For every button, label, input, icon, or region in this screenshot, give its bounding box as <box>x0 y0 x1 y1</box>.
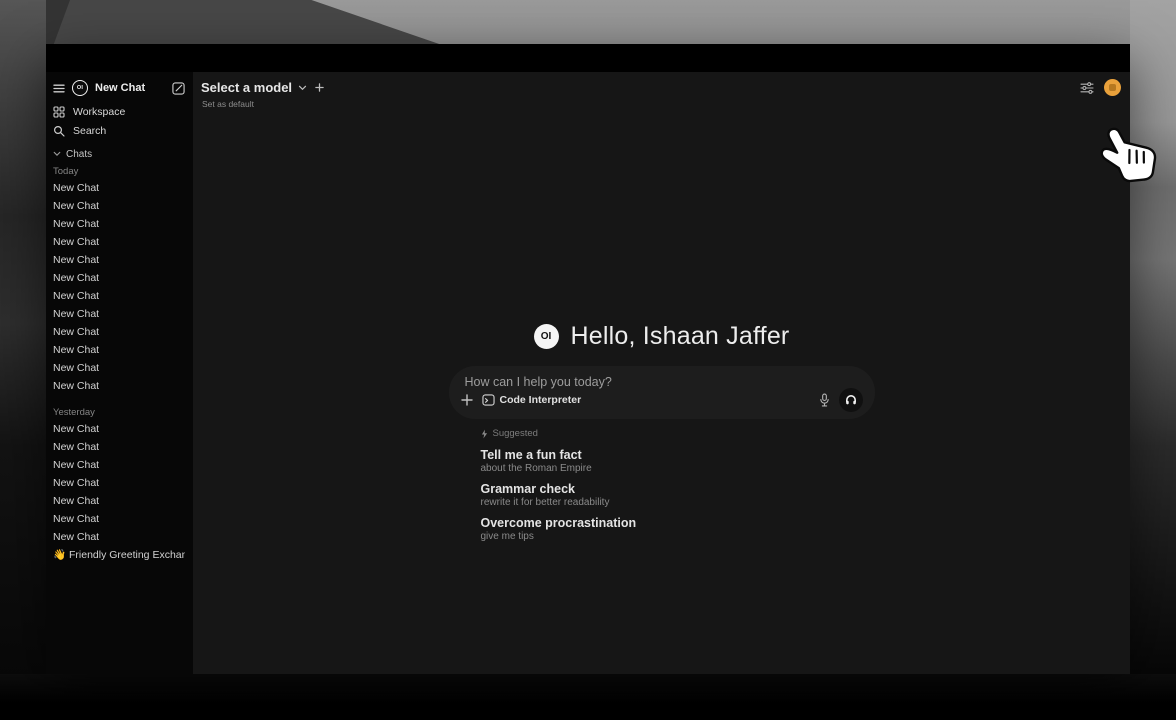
prompt-subtitle: rewrite it for better readability <box>481 497 875 509</box>
chat-item-named[interactable]: 👋 Friendly Greeting Exchange <box>53 546 185 564</box>
hamburger-icon <box>53 84 65 93</box>
composer-toolbar: Code Interpreter <box>461 388 863 412</box>
chevron-down-icon <box>53 151 61 157</box>
search-icon <box>53 125 65 137</box>
sidebar-item-label: Workspace <box>73 106 125 118</box>
code-interpreter-icon <box>482 394 495 406</box>
chat-item[interactable]: New Chat <box>53 251 185 269</box>
chat-item[interactable]: New Chat <box>53 305 185 323</box>
sidebar-item-workspace[interactable]: Workspace <box>53 102 185 121</box>
chat-item[interactable]: New Chat <box>53 197 185 215</box>
chat-item[interactable]: New Chat <box>53 341 185 359</box>
chat-item[interactable]: New Chat <box>53 474 185 492</box>
voice-call-button[interactable] <box>839 388 863 412</box>
headphones-icon <box>845 390 857 410</box>
greeting-row: OI Hello, Ishaan Jaffer <box>449 322 875 351</box>
suggested-prompts: Tell me a fun fact about the Roman Empir… <box>481 448 875 543</box>
spacer <box>53 395 185 403</box>
code-interpreter-toggle[interactable]: Code Interpreter <box>482 394 582 406</box>
chat-item[interactable]: New Chat <box>53 287 185 305</box>
prompt-title: Tell me a fun fact <box>481 448 875 462</box>
chat-list-today: New ChatNew ChatNew ChatNew ChatNew Chat… <box>53 179 185 395</box>
sidebar-item-label: Search <box>73 125 106 137</box>
suggested-label: Suggested <box>493 428 538 439</box>
greeting-text: Hello, Ishaan Jaffer <box>571 322 790 351</box>
topbar: Select a model <box>193 72 1130 96</box>
microphone-icon <box>819 393 830 407</box>
sidebar-title: New Chat <box>95 82 165 94</box>
sidebar-item-search[interactable]: Search <box>53 121 185 140</box>
chat-item[interactable]: New Chat <box>53 492 185 510</box>
chat-item[interactable]: New Chat <box>53 323 185 341</box>
settings-button[interactable] <box>1080 82 1094 94</box>
chat-item[interactable]: New Chat <box>53 528 185 546</box>
chat-item[interactable]: New Chat <box>53 215 185 233</box>
desktop: OI New Chat <box>0 0 1176 720</box>
attach-button[interactable] <box>461 394 473 406</box>
chats-section-label: Chats <box>66 149 92 160</box>
model-selector-label: Select a model <box>201 80 292 95</box>
chats-section-toggle[interactable]: Chats <box>53 146 185 162</box>
composer: Code Interpreter <box>449 366 875 419</box>
topbar-right <box>1080 79 1121 96</box>
chat-item[interactable]: New Chat <box>53 269 185 287</box>
code-interpreter-label: Code Interpreter <box>500 394 582 406</box>
chat-item[interactable]: New Chat <box>53 233 185 251</box>
prompt-subtitle: give me tips <box>481 531 875 543</box>
suggested-prompt[interactable]: Grammar check rewrite it for better read… <box>481 482 875 509</box>
chevron-down-icon <box>298 85 307 91</box>
app-window: OI New Chat <box>46 44 1130 674</box>
sidebar: OI New Chat <box>46 72 193 674</box>
grid-icon <box>53 106 65 118</box>
sidebar-toggle-button[interactable] <box>53 84 65 93</box>
chat-item[interactable]: New Chat <box>53 359 185 377</box>
suggested-prompt[interactable]: Tell me a fun fact about the Roman Empir… <box>481 448 875 475</box>
plus-icon <box>315 83 324 92</box>
chat-item[interactable]: New Chat <box>53 510 185 528</box>
app-logo-icon: OI <box>72 80 88 96</box>
chat-item[interactable]: New Chat <box>53 377 185 395</box>
main-area: Select a model <box>193 72 1130 674</box>
chat-group-label-today: Today <box>53 164 185 179</box>
pencil-square-icon <box>172 82 185 95</box>
chat-item[interactable]: New Chat <box>53 179 185 197</box>
chat-item[interactable]: New Chat <box>53 456 185 474</box>
add-model-button[interactable] <box>315 83 324 92</box>
suggested-section: Suggested Tell me a fun fact about the R… <box>449 428 875 543</box>
welcome-block: OI Hello, Ishaan Jaffer <box>449 322 875 550</box>
desktop-background-right <box>1130 0 1176 720</box>
sidebar-header: OI New Chat <box>53 78 185 98</box>
model-selector-button[interactable]: Select a model <box>201 80 307 95</box>
suggested-prompt[interactable]: Overcome procrastination give me tips <box>481 516 875 543</box>
desktop-background-left <box>0 0 46 720</box>
prompt-title: Grammar check <box>481 482 875 496</box>
prompt-title: Overcome procrastination <box>481 516 875 530</box>
user-avatar[interactable] <box>1104 79 1121 96</box>
set-default-link[interactable]: Set as default <box>193 96 1130 109</box>
chat-group-label-yesterday: Yesterday <box>53 405 185 420</box>
new-chat-button[interactable] <box>172 82 185 95</box>
chat-item[interactable]: New Chat <box>53 438 185 456</box>
app-logo-icon: OI <box>534 324 559 349</box>
plus-icon <box>461 394 473 406</box>
suggested-header: Suggested <box>481 428 875 439</box>
window-top-strip <box>46 44 1130 72</box>
desktop-background-bottom <box>0 674 1176 720</box>
microphone-button[interactable] <box>819 393 830 407</box>
bolt-icon <box>481 429 488 439</box>
prompt-subtitle: about the Roman Empire <box>481 463 875 475</box>
sliders-icon <box>1080 82 1094 94</box>
chat-item[interactable]: New Chat <box>53 420 185 438</box>
chat-list-yesterday: New ChatNew ChatNew ChatNew ChatNew Chat… <box>53 420 185 546</box>
